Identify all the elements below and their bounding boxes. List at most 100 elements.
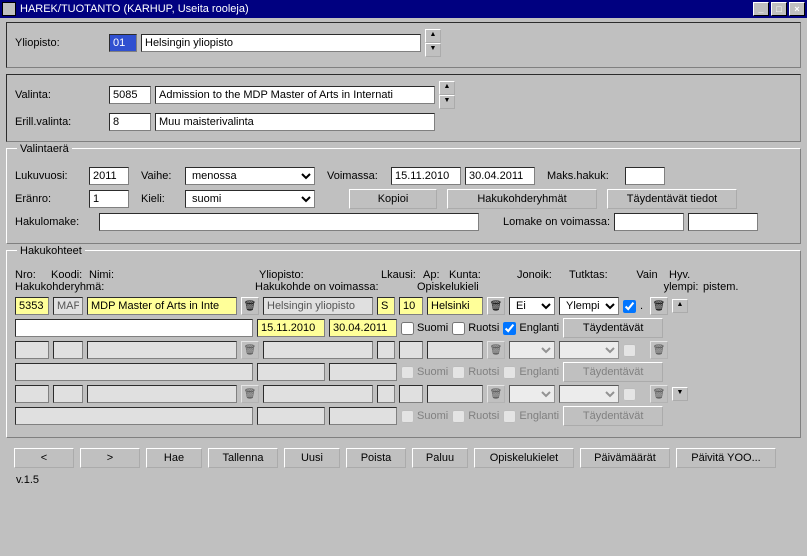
- hdr-koodi: Koodi:: [51, 269, 87, 281]
- suomi-checkbox[interactable]: Suomi: [401, 322, 448, 335]
- voimassa-from-input[interactable]: [257, 319, 325, 337]
- trash-icon[interactable]: 🗑: [487, 297, 505, 315]
- paluu-button[interactable]: Paluu: [412, 448, 468, 468]
- hakulomake-label: Hakulomake:: [15, 216, 95, 228]
- voimassa-to-input: [329, 363, 397, 381]
- poista-button[interactable]: Poista: [346, 448, 406, 468]
- voimassa-to-input[interactable]: [465, 167, 535, 185]
- up-icon[interactable]: ▲: [439, 81, 455, 95]
- voimassa-from-input: [257, 407, 325, 425]
- taydentavat-button[interactable]: Täydentävät: [563, 318, 663, 338]
- jonoik-select[interactable]: Ei: [509, 297, 555, 315]
- vain-ylempi-checkbox[interactable]: [623, 300, 636, 313]
- voimassa-from-input[interactable]: [391, 167, 461, 185]
- nro-input[interactable]: [15, 297, 49, 315]
- down-icon[interactable]: ▼: [439, 95, 455, 109]
- hakukohderyhma-input: [15, 363, 253, 381]
- maximize-button[interactable]: □: [771, 2, 787, 16]
- yliopisto-input: [263, 385, 373, 403]
- sub-hakukohderyhma: Hakukohderyhmä:: [15, 281, 253, 293]
- hakukohderyhma-input[interactable]: [15, 319, 253, 337]
- maks-input[interactable]: [625, 167, 665, 185]
- university-panel: Yliopisto: ▲ ▼: [6, 22, 801, 68]
- voimassa-to-input[interactable]: [329, 319, 397, 337]
- valinta-spinner[interactable]: ▲ ▼: [439, 81, 455, 109]
- erill-name-input[interactable]: [155, 113, 435, 131]
- hdr-kunta: Kunta:: [449, 269, 515, 281]
- ap-input[interactable]: [399, 297, 423, 315]
- suomi-checkbox: Suomi: [401, 410, 448, 423]
- lukuvuosi-input[interactable]: [89, 167, 129, 185]
- hakulomake-input[interactable]: [99, 213, 479, 231]
- valinta-label: Valinta:: [15, 89, 105, 101]
- status-bar: v.1.5: [6, 472, 801, 488]
- hdr-vain: Vain: [627, 269, 667, 281]
- kunta-input[interactable]: [427, 297, 483, 315]
- hdr-nro: Nro:: [15, 269, 49, 281]
- scroll-down-icon[interactable]: ▼: [672, 387, 688, 401]
- lomake-from-input: [614, 213, 684, 231]
- yliopisto-name-input[interactable]: [141, 34, 421, 52]
- app-icon: [2, 2, 16, 16]
- valinta-name-input[interactable]: [155, 86, 435, 104]
- tutktas-select[interactable]: Ylempi: [559, 297, 619, 315]
- voimassa-to-input: [329, 407, 397, 425]
- kopioi-button[interactable]: Kopioi: [349, 189, 437, 209]
- taydentavat-tiedot-button[interactable]: Täydentävät tiedot: [607, 189, 737, 209]
- vain-ylempi-checkbox: [623, 344, 636, 357]
- table-row: 🗑 🗑 🗑: [15, 341, 792, 359]
- erill-label: Erill.valinta:: [15, 116, 105, 128]
- voimassa-label: Voimassa:: [327, 170, 387, 182]
- nimi-input[interactable]: [87, 297, 237, 315]
- table-row: 🗑 🗑 Ei Ylempi . 🗑 ▲: [15, 297, 792, 315]
- lkausi-input[interactable]: [377, 297, 395, 315]
- nro-input: [15, 385, 49, 403]
- up-icon[interactable]: ▲: [425, 29, 441, 43]
- hdr-yliopisto: Yliopisto:: [259, 269, 379, 281]
- minimize-button[interactable]: _: [753, 2, 769, 16]
- hae-button[interactable]: Hae: [146, 448, 202, 468]
- hdr-hyv: Hyv.: [669, 269, 709, 281]
- voimassa-from-input: [257, 363, 325, 381]
- koodi-input: [53, 297, 83, 315]
- table-row: 🗑 🗑 🗑 ▼: [15, 385, 792, 403]
- hakukohderyhmat-button[interactable]: Hakukohderyhmät: [447, 189, 597, 209]
- prev-button[interactable]: <: [14, 448, 74, 468]
- hakukohderyhma-input: [15, 407, 253, 425]
- table-scrollbar[interactable]: ▲: [672, 299, 688, 313]
- hdr-ap: Ap:: [423, 269, 447, 281]
- paivita-yoo-button[interactable]: Päivitä YOO...: [676, 448, 776, 468]
- taydentavat-button: Täydentävät: [563, 406, 663, 426]
- uusi-button[interactable]: Uusi: [284, 448, 340, 468]
- valinta-code-input[interactable]: [109, 86, 151, 104]
- sub-hakukohde-voim: Hakukohde on voimassa:: [255, 281, 415, 293]
- next-button[interactable]: >: [80, 448, 140, 468]
- scroll-up-icon[interactable]: ▲: [672, 299, 688, 313]
- erill-code-input[interactable]: [109, 113, 151, 131]
- vain-ylempi-checkbox: [623, 388, 636, 401]
- trash-icon[interactable]: 🗑: [650, 297, 668, 315]
- suomi-checkbox: Suomi: [401, 366, 448, 379]
- down-icon[interactable]: ▼: [425, 43, 441, 57]
- ruotsi-checkbox: Ruotsi: [452, 366, 499, 379]
- vaihe-select[interactable]: menossa: [185, 167, 315, 185]
- yliopisto-input: [263, 297, 373, 315]
- englanti-checkbox[interactable]: Englanti: [503, 322, 559, 335]
- yliopisto-label: Yliopisto:: [15, 37, 105, 49]
- table-scrollbar[interactable]: ▼: [672, 387, 688, 401]
- close-button[interactable]: ×: [789, 2, 805, 16]
- yliopisto-code-input[interactable]: [109, 34, 137, 52]
- ruotsi-checkbox: Ruotsi: [452, 410, 499, 423]
- yliopisto-spinner[interactable]: ▲ ▼: [425, 29, 441, 57]
- ruotsi-checkbox[interactable]: Ruotsi: [452, 322, 499, 335]
- englanti-checkbox: Englanti: [503, 366, 559, 379]
- lomake-to-input: [688, 213, 758, 231]
- trash-icon[interactable]: 🗑: [241, 297, 259, 315]
- hakukohteet-fieldset: Hakukohteet Nro: Koodi: Nimi: Yliopisto:…: [6, 250, 801, 438]
- tallenna-button[interactable]: Tallenna: [208, 448, 278, 468]
- eranro-input[interactable]: [89, 190, 129, 208]
- kieli-select[interactable]: suomi: [185, 190, 315, 208]
- paivamaarat-button[interactable]: Päivämäärät: [580, 448, 670, 468]
- eranro-label: Eränro:: [15, 193, 85, 205]
- opiskelukielet-button[interactable]: Opiskelukielet: [474, 448, 574, 468]
